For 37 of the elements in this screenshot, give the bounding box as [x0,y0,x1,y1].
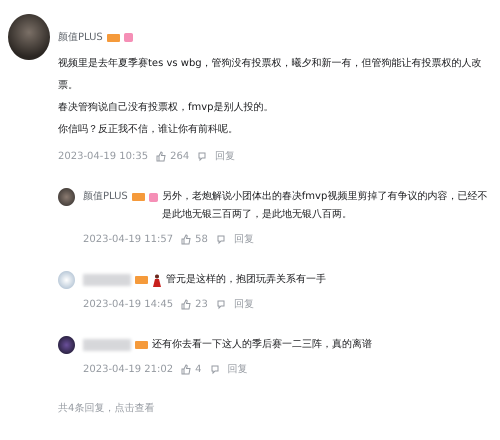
comment-icon[interactable] [216,234,226,245]
comment-icon[interactable] [210,364,220,375]
like-count: 264 [170,150,190,164]
like-icon[interactable] [156,151,166,162]
avatar [58,271,75,289]
reply-link[interactable]: 回复 [215,149,236,164]
comment-icon[interactable] [197,151,208,162]
level-badge-icon [135,341,148,349]
comment-time: 2023-04-19 14:45 [83,298,174,312]
like-icon[interactable] [181,364,192,375]
like-icon[interactable] [181,234,192,245]
avatar [58,336,75,354]
reply-text: 管元是这样的，抱团玩弄关系有一手 [166,272,327,287]
comment-text: 视频里是去年夏季赛tes vs wbg，管狗没有投票权，曦夕和新一有，但管狗能让有投票权的人改票。 [58,56,483,93]
comment-text: 春决管狗说自己没有投票权，fmvp是别人投的。 [58,100,275,115]
level-badge-icon [106,34,120,42]
like-count: 58 [195,233,208,247]
reply-text: 还有你去看一下这人的季后赛一二三阵，真的离谱 [152,338,373,352]
like-icon[interactable] [181,299,192,310]
comment-text: 你信吗？反正我不信，谁让你有前科呢。 [58,122,239,137]
avatar [58,188,75,206]
reply-link[interactable]: 回复 [234,297,254,312]
comment-time: 2023-04-19 10:35 [58,150,148,164]
reply-link[interactable]: 回复 [228,362,248,377]
like-count: 23 [195,298,208,312]
reply-text: 另外，老炮解说小团体出的春决fmvp视频里剪掉了有争议的内容，已经不是此地无银三百两了，是此地无银八百两。 [162,190,488,222]
comment-time: 2023-04-19 11:57 [83,233,174,247]
level-badge-icon [135,276,148,284]
like-count: 4 [195,363,202,377]
username[interactable]: 颜值PLUS [83,188,128,206]
comment-icon[interactable] [216,299,226,310]
avatar [8,14,50,60]
level-badge-icon [132,193,145,201]
reply-link[interactable]: 回复 [234,232,254,247]
view-replies-link[interactable]: 共4条回复，点击查看 [58,401,492,416]
comment-time: 2023-04-19 21:02 [83,363,174,377]
username[interactable]: 颜值PLUS [58,30,103,45]
